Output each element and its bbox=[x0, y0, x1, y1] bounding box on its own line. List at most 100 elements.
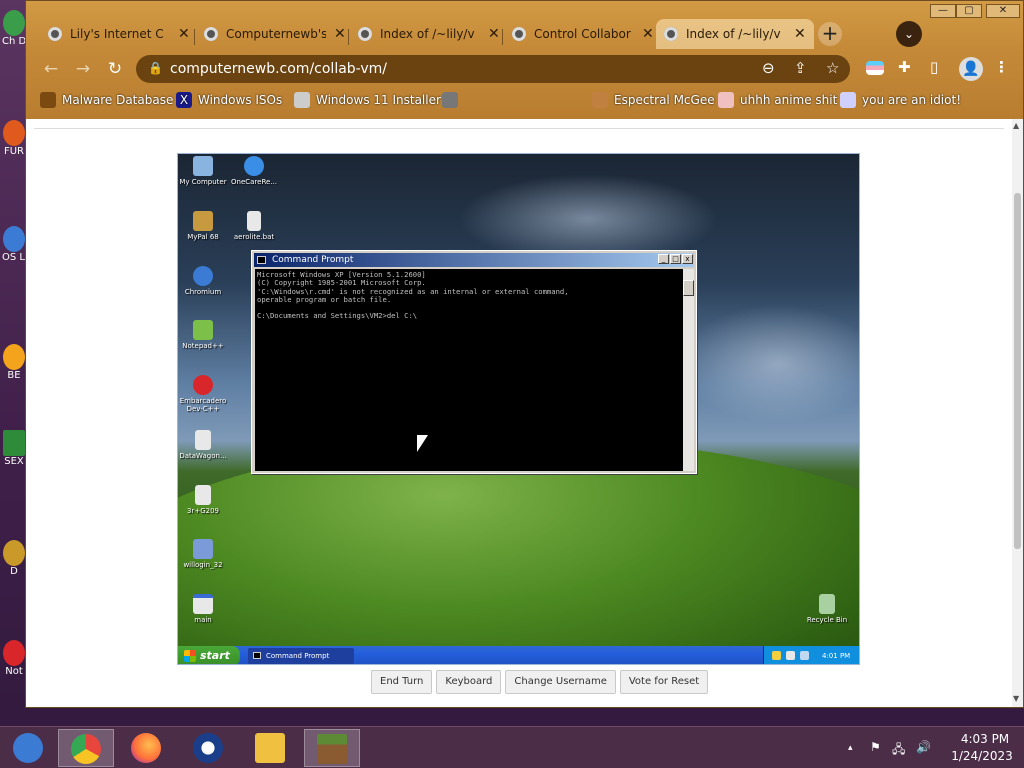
page-content: My Computer OneCareRe... MyPal 68 aeroli… bbox=[26, 119, 1012, 707]
desktop-icon-datawagon[interactable]: DataWagon... bbox=[178, 430, 231, 460]
tab-active[interactable]: Index of /~lily/v ✕ bbox=[656, 19, 814, 49]
extensions-icon[interactable]: ✚ bbox=[898, 58, 911, 76]
onecare-icon bbox=[244, 156, 264, 176]
tab-favicon-icon bbox=[204, 27, 218, 41]
keyboard-button[interactable]: Keyboard bbox=[436, 670, 502, 694]
bookmark-item[interactable]: uhhh anime shit bbox=[718, 91, 837, 109]
host-icon-chrome[interactable]: Ch D bbox=[2, 10, 26, 47]
vm-screen[interactable]: My Computer OneCareRe... MyPal 68 aeroli… bbox=[177, 153, 860, 665]
tab-close-icon[interactable]: ✕ bbox=[642, 26, 654, 42]
firefox-icon bbox=[131, 733, 161, 763]
command-prompt-window[interactable]: Command Prompt _ □ x Microsoft Windows X… bbox=[251, 250, 697, 474]
host-icon-sex[interactable]: SEX bbox=[2, 430, 26, 467]
profile-icon[interactable]: 👤 bbox=[959, 57, 983, 81]
host-icon-notepad[interactable]: Not bbox=[2, 640, 26, 677]
taskbar-command-prompt-button[interactable]: Command Prompt bbox=[248, 648, 354, 664]
page-scroll-thumb[interactable] bbox=[1014, 193, 1021, 549]
bookmark-item[interactable]: X Windows ISOs bbox=[176, 91, 282, 109]
end-turn-button[interactable]: End Turn bbox=[371, 670, 433, 694]
tab-close-icon[interactable]: ✕ bbox=[794, 26, 806, 42]
start-button[interactable]: start bbox=[178, 646, 240, 664]
taskbar-app-file-explorer[interactable] bbox=[242, 729, 298, 767]
bookmark-item[interactable]: Malware Database bbox=[40, 91, 173, 109]
tab-close-icon[interactable]: ✕ bbox=[334, 26, 346, 42]
volume-icon[interactable]: 🔊 bbox=[916, 740, 931, 754]
lock-icon[interactable]: 🔒 bbox=[148, 61, 163, 75]
tab-search-button[interactable]: ⌄ bbox=[896, 21, 922, 47]
taskbar-app-obama[interactable] bbox=[180, 729, 236, 767]
address-bar[interactable]: 🔒 computernewb.com/collab-vm/ ⊖ ⇪ ☆ bbox=[136, 55, 850, 83]
desktop-icon-recycle-bin[interactable]: Recycle Bin bbox=[799, 594, 855, 624]
furmark-icon bbox=[3, 120, 25, 146]
desktop-icon-notepadpp[interactable]: Notepad++ bbox=[178, 320, 231, 350]
desktop-icon-willogin[interactable]: willogin_32 bbox=[178, 539, 231, 569]
tab[interactable]: Computernewb's ✕ bbox=[196, 19, 354, 49]
desktop-icon-devcpp[interactable]: Embarcadero Dev-C++ bbox=[178, 375, 231, 413]
desktop-icon-mypal[interactable]: MyPal 68 bbox=[178, 211, 231, 241]
reload-button[interactable]: ↻ bbox=[102, 56, 128, 82]
desktop-icon-main[interactable]: main bbox=[178, 594, 231, 624]
desktop-icon-3rg209[interactable]: 3r+G209 bbox=[178, 485, 231, 515]
scroll-down-icon[interactable]: ▼ bbox=[1013, 694, 1019, 703]
tray-overflow-icon[interactable]: ▴ bbox=[848, 743, 853, 753]
cmd-console[interactable]: Microsoft Windows XP [Version 5.1.2600] … bbox=[255, 269, 683, 471]
tab-title: Control Collabor bbox=[534, 27, 631, 41]
desktop-icon-aerolite-bat[interactable]: aerolite.bat bbox=[226, 211, 282, 241]
cmd-scrollbar[interactable] bbox=[683, 269, 694, 471]
bookmark-item[interactable]: you are an idiot! bbox=[840, 91, 961, 109]
desktop-icon-onecare[interactable]: OneCareRe... bbox=[226, 156, 282, 186]
network-icon[interactable] bbox=[800, 651, 809, 660]
share-icon[interactable]: ⇪ bbox=[794, 59, 807, 77]
tab[interactable]: Index of /~lily/v ✕ bbox=[350, 19, 508, 49]
change-username-button[interactable]: Change Username bbox=[505, 670, 616, 694]
scroll-up-icon[interactable]: ▲ bbox=[1013, 121, 1019, 130]
side-panel-icon[interactable]: ▯ bbox=[930, 58, 938, 76]
chrome-icon bbox=[3, 10, 25, 36]
browser-frame: — ▢ ✕ Lily's Internet C ✕ Computernewb's… bbox=[26, 1, 1023, 119]
bookmark-favicon-icon bbox=[40, 92, 56, 108]
devcpp-icon bbox=[193, 375, 213, 395]
xp-system-tray: 4:01 PM bbox=[763, 646, 859, 664]
taskbar-app-chromium[interactable] bbox=[0, 729, 56, 767]
new-tab-button[interactable]: + bbox=[818, 22, 842, 46]
security-shield-icon[interactable] bbox=[772, 651, 781, 660]
xp-taskbar: start Command Prompt 4:01 PM bbox=[178, 646, 859, 664]
cmd-maximize-button[interactable]: □ bbox=[670, 254, 681, 264]
cmd-scroll-thumb[interactable] bbox=[683, 280, 694, 296]
host-icon-be[interactable]: BE bbox=[2, 344, 26, 381]
desktop-icon-my-computer[interactable]: My Computer bbox=[178, 156, 231, 186]
zoom-icon[interactable]: ⊖ bbox=[762, 59, 775, 77]
cmd-close-button[interactable]: x bbox=[682, 254, 693, 264]
page-scrollbar[interactable]: ▲ ▼ bbox=[1012, 119, 1023, 707]
network-icon[interactable]: 🖧 bbox=[892, 740, 905, 761]
forward-button[interactable]: → bbox=[70, 56, 96, 82]
bookmark-favicon-icon: X bbox=[176, 92, 192, 108]
taskbar-app-minecraft[interactable] bbox=[304, 729, 360, 767]
clock-time[interactable]: 4:03 PM bbox=[954, 732, 1016, 746]
taskbar-app-chrome[interactable] bbox=[58, 729, 114, 767]
tab[interactable]: Lily's Internet C ✕ bbox=[40, 19, 198, 49]
volume-icon[interactable] bbox=[786, 651, 795, 660]
tab-close-icon[interactable]: ✕ bbox=[178, 26, 190, 42]
host-icon-furmark[interactable]: FUR bbox=[2, 120, 26, 157]
host-icon-d[interactable]: D bbox=[2, 540, 26, 577]
extension-flag-icon[interactable] bbox=[866, 61, 884, 75]
clock-date[interactable]: 1/24/2023 bbox=[946, 749, 1018, 763]
flag-icon[interactable]: ⚑ bbox=[870, 740, 881, 754]
address-url[interactable]: computernewb.com/collab-vm/ bbox=[170, 61, 387, 77]
taskbar-app-firefox[interactable] bbox=[118, 729, 174, 767]
vm-controls: End Turn Keyboard Change Username Vote f… bbox=[371, 670, 709, 694]
cmd-titlebar[interactable]: Command Prompt _ □ x bbox=[254, 253, 694, 267]
back-button[interactable]: ← bbox=[38, 56, 64, 82]
tab[interactable]: Control Collabor ✕ bbox=[504, 19, 662, 49]
desktop-icon-chromium[interactable]: Chromium bbox=[178, 266, 231, 296]
bookmark-item[interactable]: Windows 11 Installer bbox=[294, 91, 441, 109]
host-icon-os-launcher[interactable]: OS LAU bbox=[2, 226, 39, 263]
menu-icon[interactable]: ⋮ bbox=[994, 58, 1009, 76]
bookmark-item[interactable]: Espectral McGee bbox=[592, 91, 715, 109]
bookmark-item[interactable] bbox=[442, 91, 464, 109]
tab-close-icon[interactable]: ✕ bbox=[488, 26, 500, 42]
cmd-minimize-button[interactable]: _ bbox=[658, 254, 669, 264]
bookmark-star-icon[interactable]: ☆ bbox=[826, 59, 839, 77]
vote-for-reset-button[interactable]: Vote for Reset bbox=[619, 670, 709, 694]
